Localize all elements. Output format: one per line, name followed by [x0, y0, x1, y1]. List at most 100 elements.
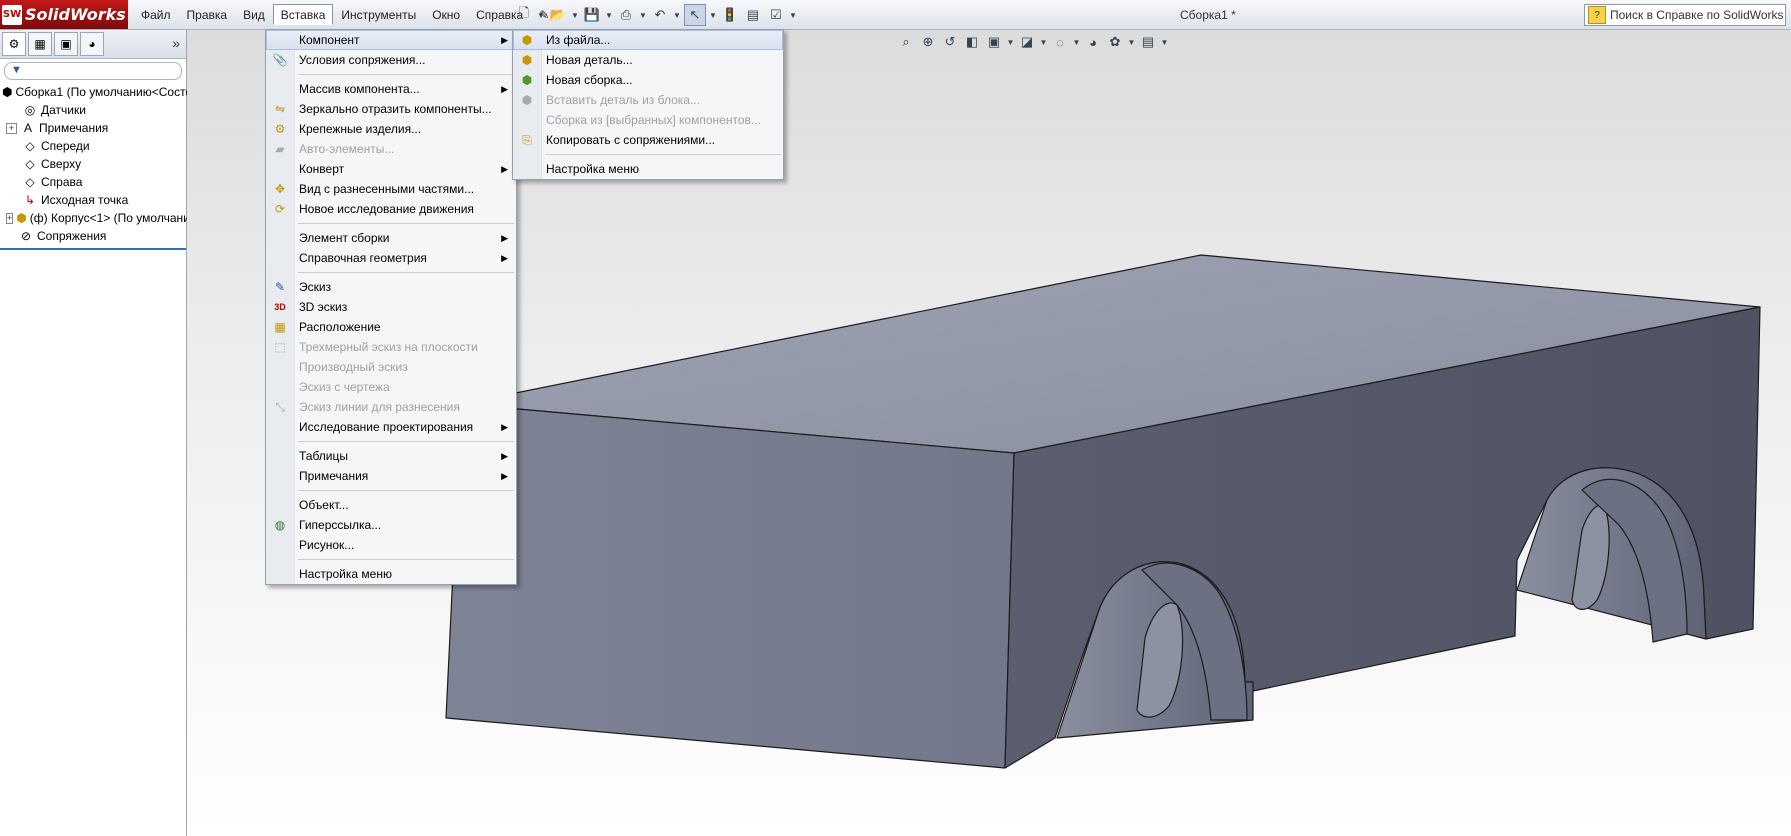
- menu-item-layout[interactable]: ▦ Расположение: [266, 317, 516, 337]
- feature-manager-tab-icon[interactable]: ⚙: [2, 32, 26, 56]
- configuration-manager-tab-icon[interactable]: ▣: [54, 32, 78, 56]
- new-part-icon: ⬢: [521, 53, 533, 67]
- plane-icon: ◇: [25, 139, 35, 153]
- menu-tools[interactable]: Инструменты: [333, 4, 424, 25]
- paperclip-icon: 📎: [272, 53, 288, 67]
- menu-file[interactable]: Файл: [133, 4, 179, 25]
- menu-item-reference-geometry[interactable]: Справочная геометрия ▶: [266, 248, 516, 268]
- submenu-arrow-icon: ▶: [501, 451, 508, 461]
- menu-item-assembly-feature[interactable]: Элемент сборки ▶: [266, 228, 516, 248]
- print-dropdown-icon[interactable]: ▼: [639, 5, 647, 25]
- rollback-bar[interactable]: [0, 248, 186, 250]
- tree-item-origin[interactable]: ↳ Исходная точка: [0, 191, 186, 209]
- mirror-icon: ⇋: [274, 102, 286, 116]
- expand-panel-chevron-icon[interactable]: »: [172, 35, 180, 51]
- menu-view[interactable]: Вид: [235, 4, 273, 25]
- appearance-tab-icon[interactable]: ◕: [80, 32, 104, 56]
- tree-root[interactable]: ⬢ Сборка1 (По умолчанию<Состо: [0, 83, 192, 101]
- sensor-icon: ◎: [24, 103, 36, 117]
- select-cursor-icon[interactable]: ↖: [684, 4, 706, 26]
- open-dropdown-icon[interactable]: ▼: [571, 5, 579, 25]
- menu-item-fasteners[interactable]: ⚙ Крепежные изделия...: [266, 119, 516, 139]
- standard-toolbar: 🗋 ▼ 📂 ▼ 💾 ▼ ⎙ ▼ ↶ ▼ ↖ ▼ 🚦 ▤ ☑ ▼: [514, 4, 797, 26]
- menu-item-3d-sketch-on-plane: ⬚ Трехмерный эскиз на плоскости: [266, 337, 516, 357]
- submenu-arrow-icon: ▶: [501, 253, 508, 263]
- print-icon[interactable]: ⎙: [616, 5, 636, 25]
- tree-item-part-body[interactable]: + ⬢ (ф) Корпус<1> (По умолчани: [0, 209, 190, 227]
- help-search-placeholder: Поиск в Справке по SolidWorks: [1610, 8, 1784, 22]
- menu-window[interactable]: Окно: [424, 4, 468, 25]
- sketch-icon: ✎: [274, 280, 286, 294]
- tree-root-label: Сборка1 (По умолчанию<Состо: [15, 85, 193, 99]
- tree-item-label: Справа: [41, 175, 83, 189]
- help-search-box[interactable]: ? Поиск в Справке по SolidWorks ⌕: [1584, 4, 1786, 26]
- annotation-icon: A: [23, 121, 32, 135]
- tree-item-right-plane[interactable]: ◇ Справа: [0, 173, 186, 191]
- save-dropdown-icon[interactable]: ▼: [605, 5, 613, 25]
- menu-item-design-study[interactable]: Исследование проектирования ▶: [266, 417, 516, 437]
- submenu-item-copy-with-mates[interactable]: ⎘ Копировать с сопряжениями...: [513, 130, 783, 150]
- rebuild-traffic-light-icon[interactable]: 🚦: [720, 5, 740, 25]
- tree-item-top-plane[interactable]: ◇ Сверху: [0, 155, 186, 173]
- origin-icon: ↳: [24, 193, 36, 207]
- solidworks-logo-icon: SW: [2, 4, 22, 25]
- options-dropdown-icon[interactable]: ▼: [789, 5, 797, 25]
- menu-item-picture[interactable]: Рисунок...: [266, 535, 516, 555]
- explode-icon: ✥: [274, 182, 286, 196]
- options-icon[interactable]: ☑: [766, 5, 786, 25]
- fastener-icon: ⚙: [274, 122, 286, 136]
- menu-item-mates[interactable]: 📎 Условия сопряжения...: [266, 50, 516, 70]
- menu-insert[interactable]: Вставка: [272, 4, 334, 25]
- tree-item-label: Исходная точка: [41, 193, 129, 207]
- submenu-item-assembly-from-selected: Сборка из [выбранных] компонентов...: [546, 113, 761, 127]
- sketch3d-icon: 3D: [274, 302, 286, 312]
- app-logo[interactable]: SW SolidWorks: [0, 0, 128, 29]
- assembly-icon: ⬢: [2, 85, 13, 99]
- menu-item-sketch[interactable]: ✎ Эскиз: [266, 277, 516, 297]
- menu-separator: [298, 272, 514, 273]
- menu-item-component[interactable]: Компонент ▶: [266, 30, 516, 50]
- expand-plus-icon[interactable]: +: [6, 122, 17, 134]
- new-document-icon[interactable]: 🗋: [514, 5, 534, 25]
- submenu-arrow-icon: ▶: [501, 84, 508, 94]
- app-name: SolidWorks: [25, 5, 126, 24]
- menu-item-explode-line-sketch: ⤡ Эскиз линии для разнесения: [266, 397, 516, 417]
- submenu-arrow-icon: ▶: [501, 422, 508, 432]
- menu-separator: [298, 74, 514, 75]
- menu-item-exploded-view[interactable]: ✥ Вид с разнесенными частями...: [266, 179, 516, 199]
- new-dropdown-icon[interactable]: ▼: [537, 5, 545, 25]
- feature-manager-panel: ⚙ ▦ ▣ ◕ » ▼ ⬢ Сборка1 (По умолчанию<Сост…: [0, 30, 192, 836]
- tree-item-label: Сопряжения: [37, 229, 107, 243]
- undo-dropdown-icon[interactable]: ▼: [673, 5, 681, 25]
- menu-item-customize-menu[interactable]: Настройка меню: [266, 564, 516, 584]
- menu-item-new-motion-study[interactable]: ⟳ Новое исследование движения: [266, 199, 516, 219]
- tree-item-annotations[interactable]: + A Примечания: [0, 119, 186, 137]
- menu-item-hyperlink[interactable]: ◍ Гиперссылка...: [266, 515, 516, 535]
- file-properties-icon[interactable]: ▤: [743, 5, 763, 25]
- submenu-item-new-part[interactable]: ⬢ Новая деталь...: [513, 50, 783, 70]
- property-manager-tab-icon[interactable]: ▦: [28, 32, 52, 56]
- menu-item-3d-sketch[interactable]: 3D 3D эскиз: [266, 297, 516, 317]
- open-folder-icon[interactable]: 📂: [548, 5, 568, 25]
- tree-filter[interactable]: ▼: [4, 62, 182, 80]
- select-dropdown-icon[interactable]: ▼: [709, 5, 717, 25]
- undo-icon[interactable]: ↶: [650, 5, 670, 25]
- submenu-item-customize-menu[interactable]: Настройка меню: [513, 159, 783, 179]
- menu-item-annotations[interactable]: Примечания ▶: [266, 466, 516, 486]
- save-icon[interactable]: 💾: [582, 5, 602, 25]
- explode-line-icon: ⤡: [275, 400, 285, 414]
- tree-item-front-plane[interactable]: ◇ Спереди: [0, 137, 186, 155]
- menu-edit[interactable]: Правка: [179, 4, 236, 25]
- menu-item-mirror-components[interactable]: ⇋ Зеркально отразить компоненты...: [266, 99, 516, 119]
- menu-item-component-pattern[interactable]: Массив компонента... ▶: [266, 79, 516, 99]
- submenu-item-from-file[interactable]: ⬢ Из файла...: [513, 30, 783, 50]
- tree-item-sensors[interactable]: ◎ Датчики: [0, 101, 186, 119]
- tree-item-mates[interactable]: ⊘ Сопряжения: [0, 227, 186, 245]
- submenu-item-new-assembly[interactable]: ⬢ Новая сборка...: [513, 70, 783, 90]
- menu-item-tables[interactable]: Таблицы ▶: [266, 446, 516, 466]
- menu-item-object[interactable]: Объект...: [266, 495, 516, 515]
- expand-plus-icon[interactable]: +: [6, 212, 14, 224]
- tree-item-label: Датчики: [41, 103, 86, 117]
- menu-bar: Файл Правка Вид Вставка Инструменты Окно…: [133, 4, 557, 25]
- menu-item-envelope[interactable]: Конверт ▶: [266, 159, 516, 179]
